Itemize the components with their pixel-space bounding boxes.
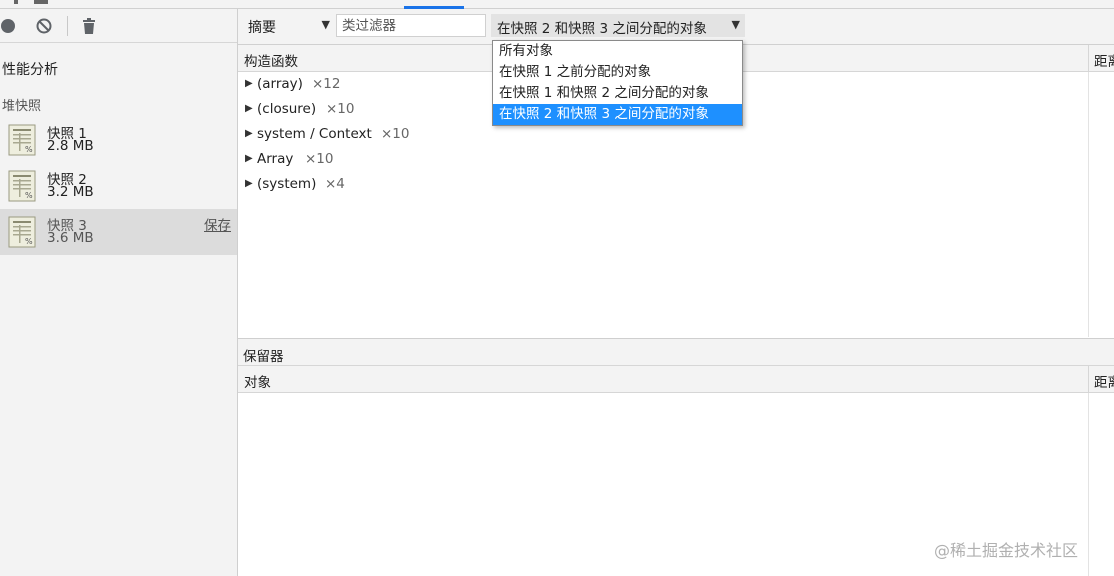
retainers-grid-header: 对象 距离 xyxy=(238,366,1114,393)
heap-snapshot-icon: % xyxy=(8,216,36,248)
delete-icon[interactable] xyxy=(80,17,98,35)
snapshot-list: % 快照 1 2.8 MB % 快照 2 3.2 MB % 快照 3 3.6 M… xyxy=(0,117,237,255)
instance-count: ×10 xyxy=(305,151,334,167)
column-divider xyxy=(1088,72,1089,337)
tab-fragment xyxy=(14,0,18,4)
range-select-label: 在快照 2 和快照 3 之间分配的对象 xyxy=(497,21,707,37)
heap-snapshots-heading: 堆快照 xyxy=(2,99,42,114)
expand-triangle-icon[interactable]: ▶ xyxy=(245,78,253,89)
constructor-name: (array) xyxy=(257,76,303,92)
view-mode-label: 摘要 xyxy=(248,20,276,36)
clear-icon[interactable] xyxy=(35,17,53,35)
snapshot-item-1[interactable]: % 快照 1 2.8 MB xyxy=(0,117,237,163)
watermark: @稀土掘金技术社区 xyxy=(934,541,1079,560)
svg-text:%: % xyxy=(25,145,33,154)
constructor-name: (system) xyxy=(257,176,317,192)
snapshot-size: 3.2 MB xyxy=(47,184,94,200)
instance-count: ×4 xyxy=(325,176,345,192)
dropdown-option-between-1-2[interactable]: 在快照 1 和快照 2 之间分配的对象 xyxy=(493,83,742,104)
instance-count: ×10 xyxy=(326,101,355,117)
heap-snapshot-icon: % xyxy=(8,124,36,156)
profiles-title: 性能分析 xyxy=(2,62,58,78)
retainers-section-header[interactable]: 保留器 xyxy=(238,338,1114,366)
svg-text:%: % xyxy=(25,191,33,200)
toolbar-separator xyxy=(67,16,68,36)
table-row[interactable]: ▶ Array ×10 xyxy=(238,147,1088,172)
constructor-name: (closure) xyxy=(257,101,317,117)
column-header-constructor[interactable]: 构造函数 xyxy=(244,50,298,70)
constructor-name: Array xyxy=(257,151,294,167)
class-filter-input[interactable] xyxy=(336,14,486,37)
column-header-distance[interactable]: 距离 xyxy=(1094,50,1114,70)
table-row[interactable]: ▶ (system) ×4 xyxy=(238,172,1088,197)
column-divider[interactable] xyxy=(1088,45,1089,71)
expand-triangle-icon[interactable]: ▶ xyxy=(245,153,253,164)
profiles-sidebar: 性能分析 堆快照 % 快照 1 2.8 MB % 快照 2 3.2 MB % 快… xyxy=(0,9,238,576)
dropdown-option-before-1[interactable]: 在快照 1 之前分配的对象 xyxy=(493,62,742,83)
instance-count: ×10 xyxy=(381,126,410,142)
view-mode-select[interactable]: 摘要 ▼ xyxy=(242,15,330,37)
sidebar-toolbar xyxy=(0,9,237,43)
snapshot-size: 2.8 MB xyxy=(47,138,94,154)
save-snapshot-link[interactable]: 保存 xyxy=(204,214,231,234)
snapshot-range-dropdown: 所有对象 在快照 1 之前分配的对象 在快照 1 和快照 2 之间分配的对象 在… xyxy=(492,40,743,126)
constructor-name: system / Context xyxy=(257,126,372,142)
snapshot-range-select[interactable]: 在快照 2 和快照 3 之间分配的对象 ▼ xyxy=(491,14,745,37)
dropdown-option-between-2-3[interactable]: 在快照 2 和快照 3 之间分配的对象 xyxy=(493,104,742,125)
snapshot-size: 3.6 MB xyxy=(47,230,94,246)
expand-triangle-icon[interactable]: ▶ xyxy=(245,178,253,189)
tab-fragment xyxy=(34,0,48,4)
chevron-down-icon: ▼ xyxy=(321,18,330,31)
panel-tab-strip xyxy=(0,0,1114,9)
instance-count: ×12 xyxy=(312,76,341,92)
column-header-distance[interactable]: 距离 xyxy=(1094,371,1114,391)
chevron-down-icon: ▼ xyxy=(731,18,740,31)
retainers-title: 保留器 xyxy=(243,349,284,365)
column-header-object[interactable]: 对象 xyxy=(244,371,271,391)
dropdown-option-all[interactable]: 所有对象 xyxy=(493,41,742,62)
snapshot-item-2[interactable]: % 快照 2 3.2 MB xyxy=(0,163,237,209)
expand-triangle-icon[interactable]: ▶ xyxy=(245,103,253,114)
record-icon[interactable] xyxy=(0,17,18,35)
svg-text:%: % xyxy=(25,237,33,246)
snapshot-item-3[interactable]: % 快照 3 3.6 MB 保存 xyxy=(0,209,237,255)
expand-triangle-icon[interactable]: ▶ xyxy=(245,128,253,139)
devtools-memory-panel: 性能分析 堆快照 % 快照 1 2.8 MB % 快照 2 3.2 MB % 快… xyxy=(0,0,1114,576)
column-divider xyxy=(1088,393,1089,576)
column-divider[interactable] xyxy=(1088,366,1089,392)
heap-snapshot-icon: % xyxy=(8,170,36,202)
